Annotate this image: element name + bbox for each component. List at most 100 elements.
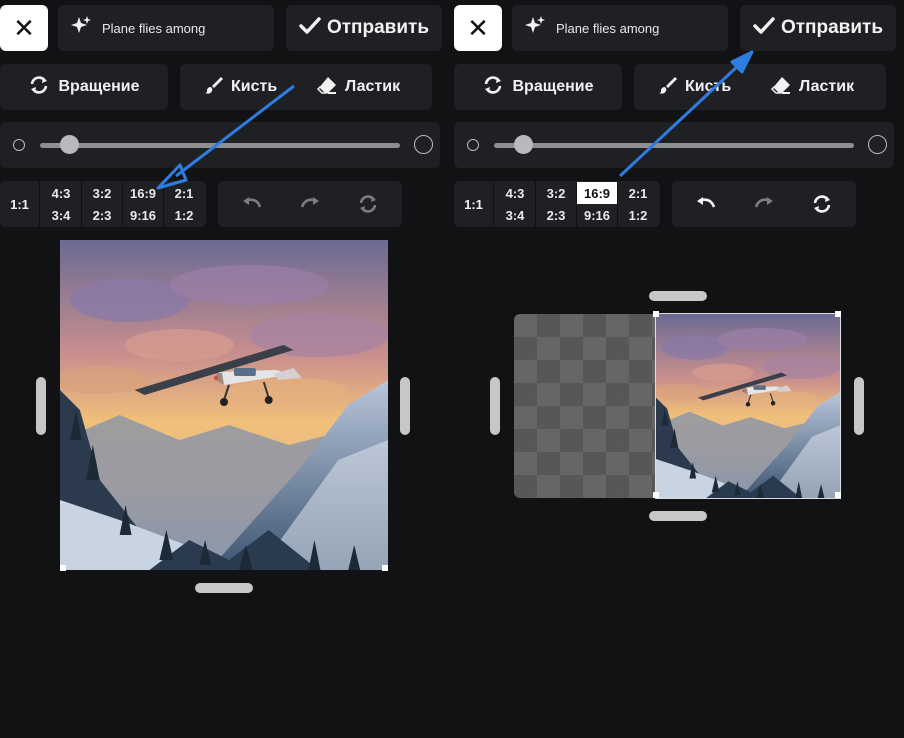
ratio-9-16[interactable]: 9:16 — [123, 204, 163, 226]
eraser-tool[interactable]: Ластик — [316, 64, 400, 110]
ratio-4-3[interactable]: 4:3 — [495, 182, 535, 204]
eraser-label: Ластик — [345, 78, 401, 95]
brush-tool[interactable]: Кисть — [204, 64, 277, 110]
image-canvas[interactable] — [60, 240, 388, 570]
ratio-1-1[interactable]: 1:1 — [454, 181, 494, 227]
ratio-3-2[interactable]: 3:2 — [536, 182, 576, 204]
close-icon: ✕ — [13, 13, 35, 43]
aspect-ratio-selector: 1:1 4:3 3:4 3:2 2:3 16:9 9:16 2:1 1:2 — [0, 181, 206, 227]
small-size-icon — [13, 139, 25, 151]
reset-icon — [359, 195, 377, 213]
eraser-label: Ластик — [799, 78, 855, 95]
prompt-button[interactable]: Plane flies among — [512, 5, 728, 51]
left-resize-handle[interactable] — [490, 377, 500, 435]
send-label: Отправить — [780, 17, 884, 38]
brush-label: Кисть — [685, 78, 732, 95]
small-size-icon — [467, 139, 479, 151]
slider-knob[interactable] — [60, 135, 79, 154]
eraser-icon — [316, 75, 338, 100]
prompt-button[interactable]: Plane flies among — [58, 5, 274, 51]
transparent-extension-area[interactable] — [514, 314, 656, 498]
rotate-label: Вращение — [512, 78, 594, 95]
ratio-column: 2:1 1:2 — [164, 181, 205, 227]
check-icon — [299, 16, 321, 41]
brush-label: Кисть — [231, 78, 278, 95]
history-controls — [672, 181, 856, 227]
check-icon — [753, 16, 775, 41]
ratio-16-9[interactable]: 16:9 — [123, 182, 163, 204]
editor-panel-after: ✕ Plane flies among Отправить Вращение К… — [454, 0, 904, 738]
ratio-1-2[interactable]: 1:2 — [164, 204, 204, 226]
ratio-2-3[interactable]: 2:3 — [82, 204, 122, 226]
top-resize-handle[interactable] — [649, 291, 707, 301]
large-size-icon — [868, 135, 887, 154]
send-button[interactable]: Отправить — [286, 5, 442, 51]
eraser-icon — [770, 75, 792, 100]
right-resize-handle[interactable] — [400, 377, 410, 435]
undo-icon — [243, 197, 262, 208]
image-canvas[interactable] — [655, 313, 841, 499]
slider-knob[interactable] — [514, 135, 533, 154]
brush-tool[interactable]: Кисть — [658, 64, 731, 110]
ratio-4-3[interactable]: 4:3 — [41, 182, 81, 204]
left-resize-handle[interactable] — [36, 377, 46, 435]
ratio-column: 4:3 3:4 — [495, 181, 536, 227]
crop-corner[interactable] — [653, 492, 659, 498]
plane-image — [656, 314, 840, 498]
bottom-resize-handle[interactable] — [195, 583, 253, 593]
plane-image — [60, 240, 388, 570]
slider-track[interactable] — [494, 143, 854, 148]
large-size-icon — [414, 135, 433, 154]
crop-corner[interactable] — [382, 565, 388, 571]
ratio-column: 16:9 9:16 — [123, 181, 164, 227]
reset-button[interactable] — [356, 192, 380, 216]
ratio-3-4[interactable]: 3:4 — [41, 204, 81, 226]
ratio-3-4[interactable]: 3:4 — [495, 204, 535, 226]
bottom-resize-handle[interactable] — [649, 511, 707, 521]
ratio-column: 4:3 3:4 — [41, 181, 82, 227]
reset-button[interactable] — [810, 192, 834, 216]
brush-size-slider[interactable] — [0, 122, 440, 168]
close-button[interactable]: ✕ — [454, 5, 502, 51]
rotate-label: Вращение — [58, 78, 140, 95]
rotate-button[interactable]: Вращение — [454, 64, 622, 110]
undo-button[interactable] — [694, 192, 718, 216]
undo-button[interactable] — [240, 192, 264, 216]
eraser-tool[interactable]: Ластик — [770, 64, 854, 110]
slider-track[interactable] — [40, 143, 400, 148]
redo-button[interactable] — [298, 192, 322, 216]
ratio-column: 16:9 9:16 — [577, 181, 618, 227]
crop-corner[interactable] — [653, 311, 659, 317]
brush-size-slider[interactable] — [454, 122, 894, 168]
rotate-icon — [482, 74, 504, 101]
prompt-text: Plane flies among — [102, 20, 206, 36]
reset-icon — [813, 195, 831, 213]
redo-button[interactable] — [752, 192, 776, 216]
ratio-column: 3:2 2:3 — [82, 181, 123, 227]
right-resize-handle[interactable] — [854, 377, 864, 435]
editor-panel-before: ✕ Plane flies among Отправить Вращение К… — [0, 0, 452, 738]
redo-icon — [754, 197, 773, 208]
aspect-ratio-selector: 1:1 4:3 3:4 3:2 2:3 16:9 9:16 2:1 1:2 — [454, 181, 660, 227]
ratio-column: 2:1 1:2 — [618, 181, 659, 227]
brush-icon — [204, 75, 224, 100]
ratio-9-16[interactable]: 9:16 — [577, 204, 617, 226]
rotate-icon — [28, 74, 50, 101]
crop-corner[interactable] — [835, 311, 841, 317]
ratio-2-1[interactable]: 2:1 — [164, 182, 204, 204]
close-button[interactable]: ✕ — [0, 5, 48, 51]
close-icon: ✕ — [467, 13, 489, 43]
ratio-2-1[interactable]: 2:1 — [618, 182, 658, 204]
rotate-button[interactable]: Вращение — [0, 64, 168, 110]
undo-icon — [697, 197, 716, 208]
crop-corner[interactable] — [835, 492, 841, 498]
ratio-2-3[interactable]: 2:3 — [536, 204, 576, 226]
ratio-1-1[interactable]: 1:1 — [0, 181, 40, 227]
ratio-3-2[interactable]: 3:2 — [82, 182, 122, 204]
brush-icon — [658, 75, 678, 100]
crop-corner[interactable] — [60, 565, 66, 571]
ratio-1-2[interactable]: 1:2 — [618, 204, 658, 226]
history-controls — [218, 181, 402, 227]
ratio-16-9-selected[interactable]: 16:9 — [577, 182, 617, 204]
send-button[interactable]: Отправить — [740, 5, 896, 51]
